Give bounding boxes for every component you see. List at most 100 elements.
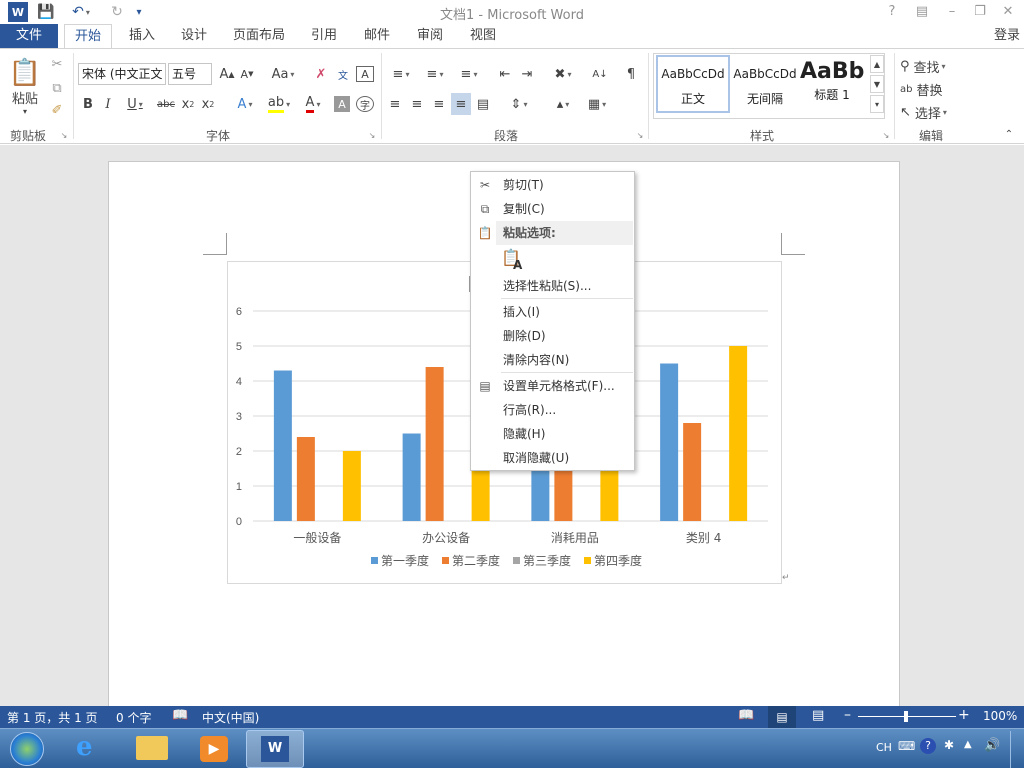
borders-icon[interactable]: ▦ ▾ <box>582 93 612 115</box>
font-launcher-icon[interactable]: ↘ <box>366 129 378 141</box>
chinese-layout-icon[interactable]: ✖ ▾ <box>548 63 578 85</box>
styles-scroll-down-icon[interactable]: ▼ <box>870 75 884 93</box>
tab-insert[interactable]: 插入 <box>122 24 162 48</box>
phonetic-guide-icon[interactable]: 文 <box>334 63 352 85</box>
print-layout-icon[interactable]: ▤ <box>768 706 796 728</box>
italic-icon[interactable]: I <box>100 93 116 115</box>
tab-file[interactable]: 文件 <box>0 24 58 48</box>
sign-in-link[interactable]: 登录 <box>990 24 1024 48</box>
styles-more-icon[interactable]: ▾ <box>870 95 884 113</box>
align-right-icon[interactable]: ≡ <box>430 93 448 115</box>
char-border-icon[interactable]: A <box>356 66 374 82</box>
proofing-icon[interactable]: 📖 <box>172 708 188 723</box>
char-shading-icon[interactable]: A <box>334 96 350 112</box>
style-no-spacing[interactable]: AaBbCcDd 无间隔 <box>728 55 802 113</box>
style-heading1[interactable]: AaBb 标题 1 <box>800 55 864 113</box>
paste-dropdown-icon[interactable]: ▾ <box>16 105 34 117</box>
font-size-combo[interactable]: 五号 <box>168 63 212 85</box>
tab-design[interactable]: 设计 <box>174 24 214 48</box>
tab-view[interactable]: 视图 <box>463 24 503 48</box>
zoom-out-icon[interactable]: – <box>844 707 851 723</box>
multilevel-list-icon[interactable]: ≡ ▾ <box>454 63 484 85</box>
numbering-icon[interactable]: ≡ ▾ <box>420 63 450 85</box>
menu-item-row-height[interactable]: 行高(R)... <box>471 398 634 422</box>
zoom-level[interactable]: 100% <box>983 709 1017 723</box>
tab-layout[interactable]: 页面布局 <box>228 24 290 48</box>
menu-item-unhide[interactable]: 取消隐藏(U) <box>471 446 634 470</box>
show-marks-icon[interactable]: ¶ <box>622 63 640 85</box>
collapse-ribbon-icon[interactable]: ⌃ <box>1002 127 1016 141</box>
distributed-icon[interactable]: ▤ <box>474 93 492 115</box>
shading-icon[interactable]: ▴ ▾ <box>548 93 578 115</box>
change-case-button[interactable]: Aa ▾ <box>268 63 298 85</box>
increase-indent-icon[interactable]: ⇥ <box>518 63 536 85</box>
subscript-icon[interactable]: x2 <box>180 93 196 115</box>
taskbar-word[interactable]: W <box>246 730 304 768</box>
justify-icon[interactable]: ≡ <box>451 93 471 115</box>
keyboard-icon[interactable]: ⌨ <box>898 739 915 753</box>
start-button[interactable] <box>10 732 44 766</box>
styles-scroll-up-icon[interactable]: ▲ <box>870 55 884 73</box>
minimize-button[interactable]: – <box>940 2 964 22</box>
styles-launcher-icon[interactable]: ↘ <box>880 129 892 141</box>
enclose-char-icon[interactable]: 字 <box>356 96 374 112</box>
replace-button[interactable]: ab 替换 <box>900 78 964 100</box>
taskbar-ie[interactable]: e <box>62 730 120 768</box>
close-button[interactable]: ✕ <box>996 2 1020 22</box>
menu-item-paste-special[interactable]: 选择性粘贴(S)... <box>471 274 634 298</box>
format-painter-icon[interactable]: ✐ <box>48 101 66 119</box>
decrease-indent-icon[interactable]: ⇤ <box>496 63 514 85</box>
bold-icon[interactable]: B <box>80 93 96 115</box>
sort-icon[interactable]: A↓ <box>590 63 610 85</box>
read-mode-icon[interactable]: 📖 <box>738 708 754 723</box>
paragraph-launcher-icon[interactable]: ↘ <box>634 129 646 141</box>
paste-button[interactable]: 粘贴 <box>6 89 44 107</box>
menu-item-delete[interactable]: 删除(D) <box>471 324 634 348</box>
cut-icon[interactable]: ✂ <box>48 55 66 73</box>
help-button[interactable]: ? <box>880 2 904 22</box>
line-spacing-icon[interactable]: ⇕ ▾ <box>504 93 534 115</box>
show-hidden-icons[interactable]: ▲ <box>964 739 972 750</box>
highlight-color-icon[interactable]: ab ▾ <box>264 93 294 115</box>
copy-icon[interactable]: ⧉ <box>48 79 66 97</box>
menu-item-clear[interactable]: 清除内容(N) <box>471 348 634 372</box>
menu-item-cut[interactable]: ✂ 剪切(T) <box>471 173 634 197</box>
font-name-combo[interactable]: 宋体 (中文正文 <box>78 63 166 85</box>
clipboard-launcher-icon[interactable]: ↘ <box>58 129 70 141</box>
find-button[interactable]: ⚲ 查找 ▾ <box>900 55 964 77</box>
shrink-font-icon[interactable]: A ▼ <box>238 63 256 85</box>
zoom-slider-thumb[interactable] <box>904 711 908 722</box>
strikethrough-icon[interactable]: abc <box>156 93 176 115</box>
menu-item-copy[interactable]: ⧉ 复制(C) <box>471 197 634 221</box>
select-button[interactable]: ↖ 选择 ▾ <box>900 101 964 123</box>
align-center-icon[interactable]: ≡ <box>408 93 426 115</box>
grow-font-icon[interactable]: A ▲ <box>218 63 236 85</box>
tab-references[interactable]: 引用 <box>304 24 344 48</box>
menu-item-hide[interactable]: 隐藏(H) <box>471 422 634 446</box>
font-color-icon[interactable]: A ▾ <box>298 93 328 115</box>
page-count[interactable]: 第 1 页，共 1 页 <box>7 709 98 726</box>
clear-formatting-icon[interactable]: ✗ <box>312 63 330 85</box>
paste-keep-text-icon[interactable]: 📋 A <box>501 248 525 274</box>
settings-tray-icon[interactable]: ✱ <box>944 738 954 752</box>
superscript-icon[interactable]: x2 <box>200 93 216 115</box>
web-layout-icon[interactable]: ▤ <box>812 708 824 723</box>
tab-mailings[interactable]: 邮件 <box>357 24 397 48</box>
underline-icon[interactable]: U ▾ <box>122 93 148 115</box>
text-effects-icon[interactable]: A ▾ <box>230 93 260 115</box>
help-tray-icon[interactable]: ? <box>920 738 936 754</box>
tab-home[interactable]: 开始 <box>64 24 112 48</box>
ribbon-display-icon[interactable]: ▤ <box>910 2 934 22</box>
show-desktop-button[interactable] <box>1010 731 1024 768</box>
zoom-in-icon[interactable]: + <box>958 707 970 723</box>
restore-button[interactable]: ❐ <box>968 2 992 22</box>
taskbar-explorer[interactable] <box>124 730 182 768</box>
menu-item-format-cells[interactable]: ▤ 设置单元格格式(F)... <box>471 374 634 398</box>
style-normal[interactable]: AaBbCcDd 正文 <box>656 55 730 113</box>
volume-icon[interactable]: 🔊 <box>984 738 1000 753</box>
paste-icon[interactable]: 📋 <box>8 55 42 91</box>
tab-review[interactable]: 审阅 <box>410 24 450 48</box>
word-count[interactable]: 0 个字 <box>116 709 151 726</box>
menu-item-insert[interactable]: 插入(I) <box>471 300 634 324</box>
language-indicator[interactable]: 中文(中国) <box>202 709 259 726</box>
